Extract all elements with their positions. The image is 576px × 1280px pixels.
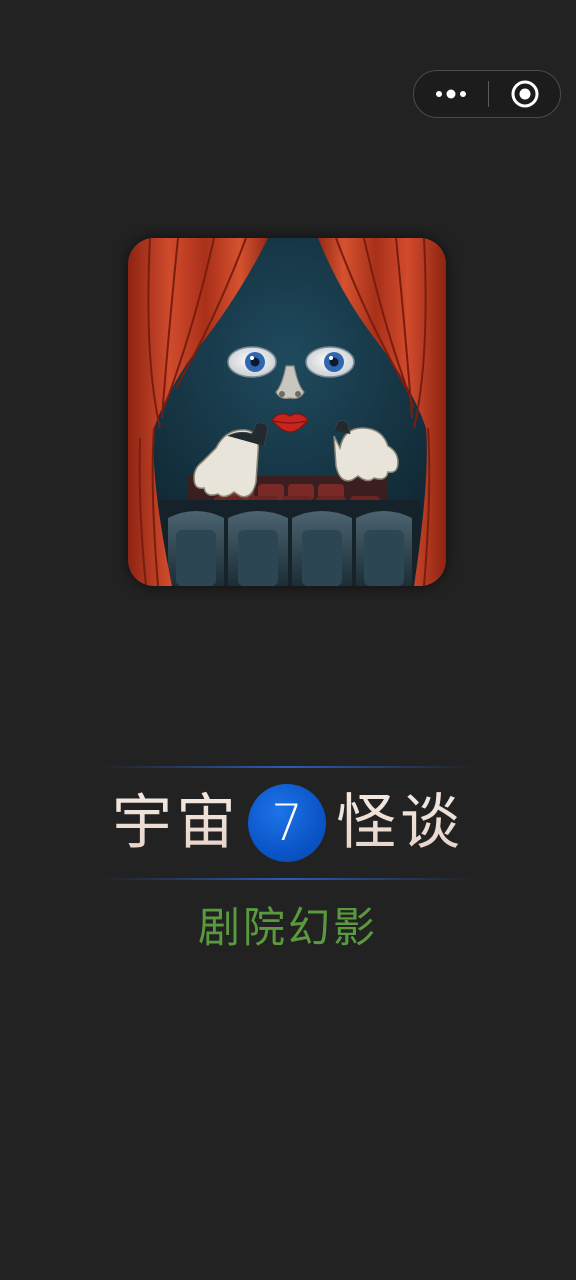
- front-seats: [158, 500, 420, 586]
- splash-screen: 宇宙 7 怪谈 剧院幻影: [0, 0, 576, 1280]
- close-button[interactable]: [489, 71, 560, 117]
- title-divider-top: [100, 766, 476, 768]
- title-divider-bottom: [100, 878, 476, 880]
- subtitle: 剧院幻影: [197, 903, 378, 952]
- number-badge: 7: [248, 784, 326, 862]
- theater-curtain-face-illustration: [128, 238, 446, 586]
- more-button[interactable]: [414, 71, 488, 117]
- title-part-1: 宇宙: [112, 778, 240, 868]
- game-title: 宇宙 7 怪谈: [0, 778, 576, 868]
- title-number: 7: [271, 794, 303, 852]
- more-dots-icon: [436, 89, 466, 99]
- title-part-2: 怪谈: [336, 778, 464, 868]
- app-icon: [128, 238, 446, 586]
- capsule-menu: [413, 70, 561, 118]
- target-close-icon: [511, 80, 538, 108]
